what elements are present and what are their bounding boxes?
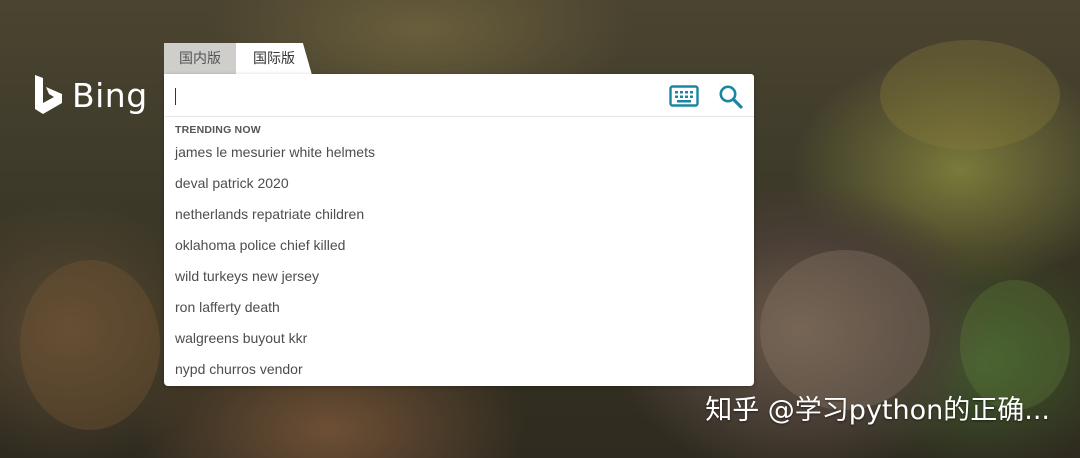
logo-text: Bing <box>72 75 148 115</box>
search-panel: TRENDING NOW james le mesurier white hel… <box>164 74 754 386</box>
trending-heading: TRENDING NOW <box>175 124 261 136</box>
text-cursor <box>175 88 176 105</box>
bing-b-icon <box>35 75 62 114</box>
suggestion-list: james le mesurier white helmets deval pa… <box>164 137 754 385</box>
search-row <box>164 74 754 117</box>
watermark: 知乎 @学习python的正确... <box>705 395 1050 426</box>
tab-international[interactable]: 国际版 <box>236 43 312 75</box>
market-tabs: 国内版 国际版 <box>164 43 312 75</box>
bing-logo[interactable]: Bing <box>32 72 148 118</box>
suggestion-item[interactable]: ron lafferty death <box>164 292 754 323</box>
suggestion-item[interactable]: oklahoma police chief killed <box>164 230 754 261</box>
suggestion-item[interactable]: wild turkeys new jersey <box>164 261 754 292</box>
background-foliage <box>880 40 1060 150</box>
suggestion-item[interactable]: deval patrick 2020 <box>164 168 754 199</box>
search-icon[interactable] <box>718 84 744 110</box>
background-foliage <box>20 260 160 430</box>
tab-domestic[interactable]: 国内版 <box>164 43 236 75</box>
search-input[interactable] <box>174 83 654 109</box>
keyboard-icon[interactable] <box>669 85 699 107</box>
suggestion-item[interactable]: james le mesurier white helmets <box>164 137 754 168</box>
suggestion-item[interactable]: netherlands repatriate children <box>164 199 754 230</box>
suggestion-item[interactable]: walgreens buyout kkr <box>164 323 754 354</box>
background-foliage <box>760 250 930 410</box>
suggestion-item[interactable]: nypd churros vendor <box>164 354 754 385</box>
